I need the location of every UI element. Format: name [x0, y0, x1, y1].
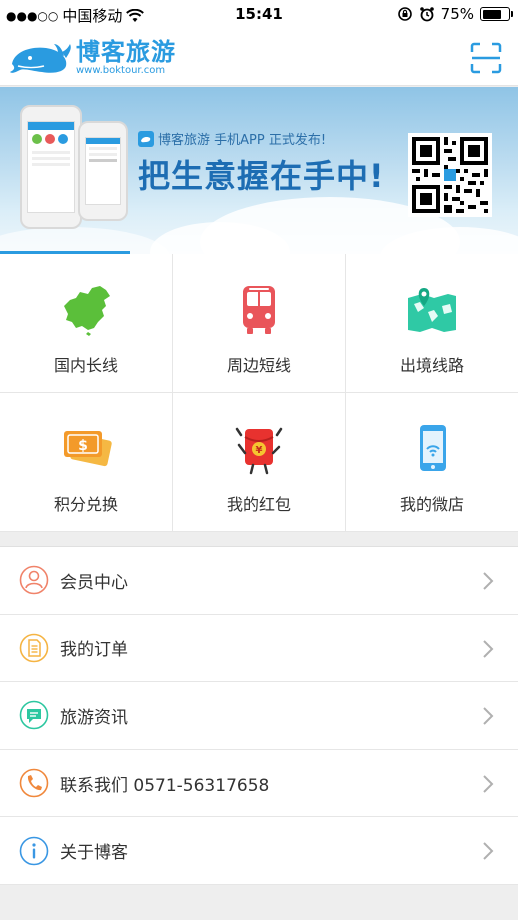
menu-item-contact-us[interactable]: 联系我们 0571-56317658 [0, 750, 518, 818]
alarm-icon [419, 7, 434, 22]
rotation-lock-icon [397, 7, 412, 21]
whale-logo-icon [10, 44, 71, 73]
brand-logo[interactable]: 博客旅游 www.boktour.com [8, 38, 176, 78]
menu-list: 会员中心 我的订单 旅游资讯 联系我们 0571-56317658 关于博客 [0, 546, 518, 885]
category-domestic-long[interactable]: 国内长线 [0, 254, 173, 393]
menu-item-my-orders[interactable]: 我的订单 [0, 615, 518, 683]
chevron-right-icon [483, 842, 494, 861]
category-my-shop[interactable]: 我的微店 [346, 393, 518, 532]
svg-text:¥: ¥ [256, 445, 263, 456]
battery-percent: 75% [440, 5, 474, 23]
category-label: 积分兑换 [53, 495, 118, 514]
red-packet-icon: ¥ [235, 427, 283, 475]
menu-item-label: 旅游资讯 [60, 707, 128, 728]
qr-code [408, 133, 492, 217]
qr-code-icon [412, 137, 488, 213]
scan-icon[interactable] [470, 42, 502, 74]
category-label: 周边短线 [226, 356, 291, 375]
order-icon [19, 633, 49, 663]
promo-banner[interactable]: 博客旅游 手机APP 正式发布! 把生意握在手中! [0, 87, 518, 254]
category-nearby-short[interactable]: 周边短线 [173, 254, 346, 393]
world-map-icon [408, 288, 456, 332]
banner-subtitle-text: 博客旅游 手机APP 正式发布! [158, 133, 327, 148]
points-card-icon: $ [64, 431, 112, 467]
china-map-icon [64, 286, 110, 336]
menu-item-label: 会员中心 [60, 572, 128, 593]
news-icon [19, 701, 49, 730]
banner-subtitle: 博客旅游 手机APP 正式发布! [138, 129, 326, 148]
user-icon [19, 565, 49, 595]
menu-item-travel-news[interactable]: 旅游资讯 [0, 682, 518, 750]
bus-icon [243, 286, 275, 334]
brand-url: www.boktour.com [76, 65, 166, 76]
banner-headline: 把生意握在手中! [138, 157, 385, 195]
menu-item-label: 联系我们 0571-56317658 [60, 775, 270, 796]
menu-item-about[interactable]: 关于博客 [0, 817, 518, 885]
category-label: 我的红包 [226, 495, 291, 514]
phone-mockup [78, 121, 128, 221]
chevron-right-icon [483, 639, 494, 658]
info-icon [19, 836, 49, 865]
phone-mockup [20, 105, 82, 229]
brand-mini-icon [138, 130, 154, 147]
battery-icon [480, 7, 513, 21]
category-red-packet[interactable]: ¥ 我的红包 [173, 393, 346, 532]
battery-fill [482, 9, 502, 19]
category-label: 我的微店 [399, 495, 464, 514]
category-label: 国内长线 [53, 356, 118, 375]
svg-text:$: $ [78, 438, 88, 454]
phone-icon [19, 768, 49, 798]
menu-item-label: 关于博客 [60, 843, 128, 864]
chevron-right-icon [483, 572, 494, 590]
category-outbound[interactable]: 出境线路 [346, 254, 518, 393]
brand-name: 博客旅游 [76, 38, 176, 66]
phone-shop-icon [420, 425, 446, 471]
category-grid: 国内长线 周边短线 出境线路 $ 积分兑换 ¥ 我的红包 我的微店 [0, 254, 518, 532]
chevron-right-icon [483, 775, 494, 793]
menu-item-label: 我的订单 [60, 640, 128, 661]
category-label: 出境线路 [399, 356, 464, 375]
status-bar: ●●●○○ 中国移动 15:41 75% [0, 0, 518, 30]
app-header: 博客旅游 www.boktour.com [0, 30, 518, 86]
menu-item-member-center[interactable]: 会员中心 [0, 547, 518, 615]
category-points-exchange[interactable]: $ 积分兑换 [0, 393, 173, 532]
cloud-decoration [0, 227, 170, 254]
chevron-right-icon [483, 707, 494, 725]
